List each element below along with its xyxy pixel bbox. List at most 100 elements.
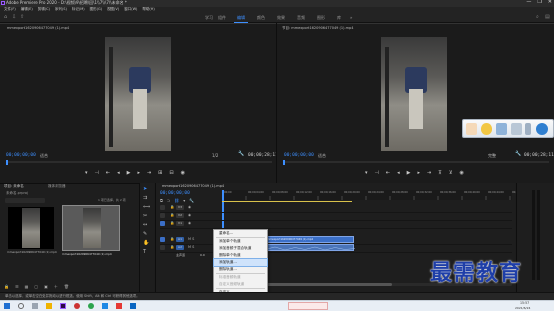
lock-icon[interactable]: 🔒 [4, 285, 9, 289]
source-playhead[interactable] [6, 160, 8, 165]
file-explorer-icon[interactable] [46, 303, 52, 309]
menu-item-delete-tracks[interactable]: 删除轨道... [214, 266, 267, 273]
program-play-icon[interactable]: ▶ [407, 171, 411, 176]
tab-learn[interactable]: 学习 [205, 16, 213, 20]
source-timecode[interactable]: 00;00;00;00 [6, 153, 36, 159]
step-back-icon[interactable]: ◂ [117, 171, 120, 176]
track-lock-icon[interactable]: 🔒 [170, 205, 174, 210]
program-mark-in-icon[interactable]: ▾ [365, 171, 368, 176]
track-target-v1[interactable] [160, 221, 165, 226]
tab-more[interactable]: » [350, 16, 352, 20]
program-time-ruler[interactable] [283, 161, 549, 163]
program-step-forward-icon[interactable]: ▸ [417, 171, 420, 176]
slip-tool-icon[interactable]: ↔ [143, 223, 150, 228]
overwrite-icon[interactable]: ⊟ [169, 171, 173, 176]
program-go-to-out-icon[interactable]: ⇥ [427, 171, 431, 176]
track-mute-solo-buttons[interactable]: M S [188, 245, 194, 250]
program-export-frame-icon[interactable]: ◉ [460, 171, 464, 176]
master-track-value[interactable]: 0.0 [200, 254, 205, 257]
new-item-icon[interactable]: ＋ [54, 285, 58, 289]
track-target-a1[interactable] [160, 237, 165, 242]
ime-toolbar[interactable] [288, 302, 328, 310]
mark-in-icon[interactable]: ▾ [85, 171, 88, 176]
tab-audio[interactable]: 音频 [297, 16, 305, 20]
selection-tool-icon[interactable]: ➤ [143, 187, 150, 192]
app-blue-icon[interactable] [102, 303, 108, 309]
timeline-timecode[interactable]: 00;00;00;00 [160, 191, 190, 197]
source-ratio-select[interactable]: 1/2 [212, 154, 218, 158]
play-icon[interactable]: ▶ [127, 171, 131, 176]
go-to-in-icon[interactable]: ⇤ [106, 171, 110, 176]
tab-graphics[interactable]: 图形 [317, 16, 325, 20]
track-eye-icon[interactable]: ◉ [188, 221, 191, 226]
program-step-back-icon[interactable]: ◂ [397, 171, 400, 176]
trash-icon[interactable]: 🗑 [64, 285, 69, 289]
home-icon[interactable]: ⌂ [4, 15, 7, 20]
project-tab[interactable]: 项目: 未命名 [4, 184, 24, 189]
import-icon[interactable]: ⇩ [12, 15, 16, 20]
track-eye-icon[interactable]: ◉ [188, 205, 191, 210]
track-mute-solo-buttons[interactable]: M S [188, 237, 194, 242]
program-fit-select[interactable]: 适合 [318, 154, 326, 158]
project-search-input[interactable] [5, 198, 45, 203]
tab-effects[interactable]: 效果 [277, 16, 285, 20]
tab-editing[interactable]: 编辑 [237, 16, 245, 20]
app-orange-icon[interactable] [116, 303, 122, 309]
go-to-out-icon[interactable]: ⇥ [147, 171, 151, 176]
track-lock-icon[interactable]: 🔒 [170, 237, 174, 242]
source-time-ruler[interactable] [6, 161, 272, 163]
premiere-taskbar-icon[interactable] [60, 303, 66, 309]
program-mark-out-icon[interactable]: ⊣ [375, 171, 379, 176]
chat-icon[interactable] [481, 123, 492, 135]
hand-tool-icon[interactable]: ✋ [143, 241, 150, 246]
menu-item-add-track[interactable]: 添加单个轨道 [214, 238, 267, 245]
track-target-v3[interactable] [160, 205, 165, 210]
close-button[interactable]: ✕ [548, 0, 552, 7]
nest-icon[interactable]: ⧉ [160, 199, 163, 203]
razor-tool-icon[interactable]: ✂ [143, 214, 150, 219]
taskbar-search-icon[interactable] [18, 303, 24, 309]
quick-export-icon[interactable]: ▤ [545, 15, 550, 20]
source-monitor-tab[interactable]: mmexport1620906477049 (1).mp4 [7, 26, 69, 31]
icon-view-icon[interactable]: ▦ [25, 285, 29, 289]
minimize-button[interactable]: — [526, 0, 531, 7]
project-thumb-1[interactable] [8, 207, 54, 249]
new-bin-icon[interactable]: ▣ [44, 285, 48, 289]
program-monitor-tab[interactable]: 节目: mmexport1620906477049 (1).mp4 [282, 26, 353, 31]
search-icon[interactable]: ⌕ [536, 15, 539, 20]
lift-icon[interactable]: ⊼ [438, 171, 442, 176]
track-eye-icon[interactable]: ◉ [188, 213, 191, 218]
app-word-icon[interactable] [130, 303, 136, 309]
tab-libraries[interactable]: 库 [337, 16, 341, 20]
menu-item-add-tracks[interactable]: 添加轨道... [213, 258, 268, 267]
linked-selection-icon[interactable]: ⛓ [174, 199, 179, 203]
export-frame-icon[interactable]: ◉ [181, 171, 185, 176]
media-browser-tab[interactable]: 媒体浏览器 [48, 184, 66, 189]
snap-icon[interactable]: ⊃ [167, 199, 170, 203]
track-name-a1[interactable]: A1 [176, 237, 184, 242]
share-icon[interactable] [496, 123, 507, 135]
menu-item-delete-track[interactable]: 删除单个轨道 [214, 252, 267, 259]
tab-color[interactable]: 颜色 [257, 16, 265, 20]
track-select-tool-icon[interactable]: ⇉ [143, 196, 150, 201]
work-area-bar[interactable] [222, 201, 352, 202]
task-view-icon[interactable] [32, 303, 38, 309]
settings-wrench-icon[interactable]: 🔧 [189, 199, 194, 203]
app-green-icon[interactable] [88, 303, 94, 309]
program-go-to-in-icon[interactable]: ⇤ [386, 171, 390, 176]
program-playhead[interactable] [283, 160, 285, 165]
help-icon[interactable] [536, 123, 548, 135]
pen-tool-icon[interactable]: ✎ [143, 232, 150, 237]
track-lock-icon[interactable]: 🔒 [170, 221, 174, 226]
step-forward-icon[interactable]: ▸ [137, 171, 140, 176]
app-red-icon[interactable] [74, 303, 80, 309]
tab-assembly[interactable]: 组件 [218, 16, 226, 20]
add-marker-icon[interactable]: ▾ [183, 199, 185, 203]
menu-item-add-submix-track[interactable]: 添加音频子混合轨道 [214, 245, 267, 252]
program-resolution-select[interactable]: 完整 [488, 154, 496, 158]
tools-icon[interactable] [511, 123, 522, 135]
project-thumb-2-selected[interactable] [62, 205, 120, 251]
wrench-icon[interactable]: 🔧 [238, 152, 244, 157]
export-icon[interactable]: ⇧ [20, 15, 24, 20]
hand-icon[interactable] [466, 123, 477, 135]
